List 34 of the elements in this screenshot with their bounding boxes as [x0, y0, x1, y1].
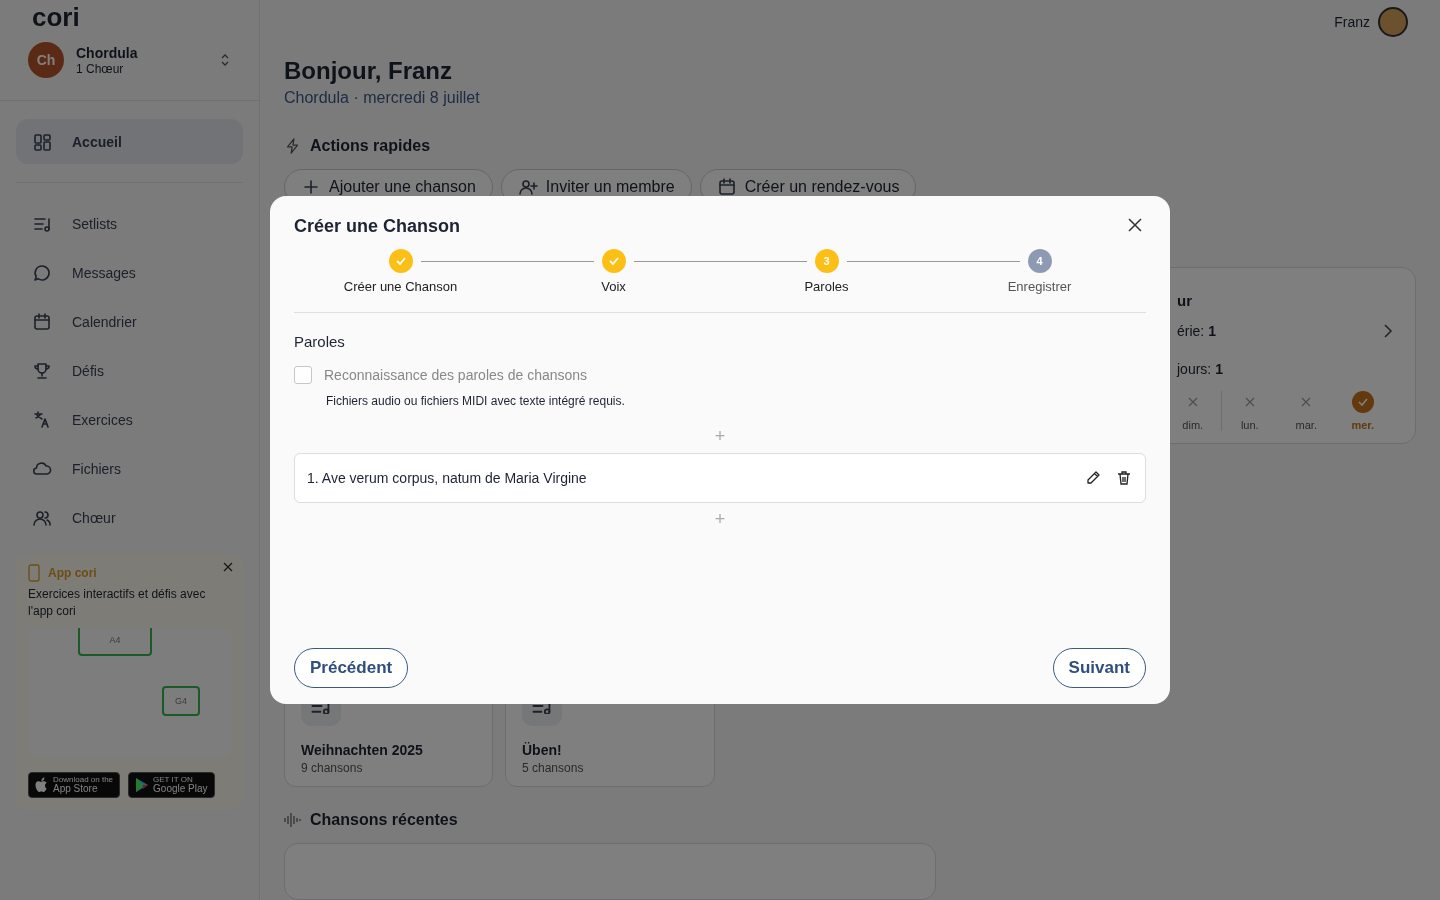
user-name: Franz: [1334, 13, 1370, 30]
song-count: 9 chansons: [301, 761, 364, 776]
day-label: dim.: [1182, 419, 1204, 432]
card-title: ur: [1177, 292, 1193, 310]
checkbox-label: Reconnaissance des paroles de chansons: [324, 367, 588, 383]
day-label: mer.: [1351, 419, 1375, 432]
day-label: lun.: [1240, 419, 1259, 432]
lyric-text: 1. Ave verum corpus, natum de Maria Virgine: [307, 470, 587, 486]
choir-avatar: Ch: [28, 42, 64, 78]
step-label: Paroles: [804, 279, 849, 294]
song-count: 5 chansons: [522, 761, 585, 776]
choir-name: Chordula: [76, 44, 139, 61]
promo-text: Exercices interactifs et défis avec l'app cori: [28, 586, 207, 620]
section-title: Chansons récentes: [310, 811, 458, 830]
step-label: Voix: [601, 279, 626, 294]
step-indicator: 4: [1027, 249, 1052, 273]
day-label: mar.: [1295, 419, 1317, 432]
section-title: Actions rapides: [310, 137, 431, 156]
setlist-name: Weihnachten 2025: [301, 742, 424, 759]
greeting: Bonjour, Franz: [284, 57, 453, 86]
promo-title: App cori: [48, 566, 97, 580]
streak-stat: érie: 1: [1177, 323, 1216, 340]
choir-count: 1 Chœur: [76, 61, 125, 76]
streak-stat: jours: 1: [1177, 361, 1223, 378]
hint-text: Fichiers audio ou fichiers MIDI avec texte intégré requis.: [326, 394, 626, 408]
note-block: G4: [162, 686, 200, 716]
date-subtitle: Chordula · mercredi 8 juillet: [284, 89, 481, 108]
section-label: Paroles: [294, 333, 346, 350]
logo-text: cori: [32, 2, 80, 32]
setlist-name: Üben!: [522, 742, 563, 759]
step-label: Créer une Chanson: [343, 279, 458, 294]
dialog-title: Créer une Chanson: [294, 216, 461, 237]
step-label: Enregistrer: [1007, 279, 1072, 294]
step-indicator: 3: [814, 249, 839, 273]
